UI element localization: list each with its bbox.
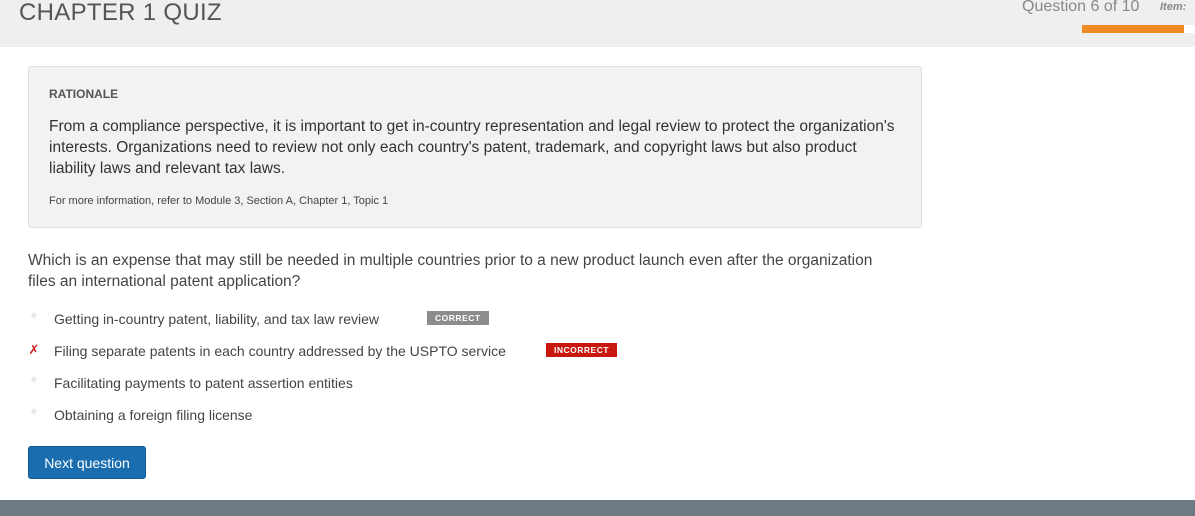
option-diamond-icon: ✧ [29, 407, 39, 418]
option-diamond-icon: ✧ [29, 311, 39, 322]
correct-badge: CORRECT [427, 311, 489, 325]
items-label: Item: [1160, 1, 1187, 13]
answer-option[interactable]: ✧ Facilitating payments to patent assert… [28, 374, 728, 394]
answer-option[interactable]: ✧ Getting in-country patent, liability, … [28, 310, 728, 330]
rationale-reference: For more information, refer to Module 3,… [49, 195, 389, 207]
option-label: Filing separate patents in each country … [54, 343, 506, 359]
quiz-header: CHAPTER 1 QUIZ Question 6 of 10 Item: [0, 0, 1195, 47]
option-diamond-icon: ✧ [29, 375, 39, 386]
option-label: Obtaining a foreign filing license [54, 407, 253, 423]
rationale-heading: RATIONALE [49, 87, 119, 101]
rationale-panel: RATIONALE From a compliance perspective,… [28, 66, 922, 228]
option-label: Getting in-country patent, liability, an… [54, 311, 380, 327]
question-counter: Question 6 of 10 [1022, 0, 1140, 15]
answer-option[interactable]: ✗ Filing separate patents in each countr… [28, 342, 728, 362]
next-question-button[interactable]: Next question [28, 446, 146, 479]
rationale-body: From a compliance perspective, it is imp… [49, 118, 895, 177]
incorrect-badge: INCORRECT [546, 343, 618, 357]
progress-fill [1082, 25, 1184, 33]
progress-bar [1082, 25, 1195, 33]
incorrect-x-icon: ✗ [28, 342, 40, 357]
quiz-title: CHAPTER 1 QUIZ [19, 0, 222, 26]
footer-bar [0, 500, 1195, 516]
answer-option[interactable]: ✧ Obtaining a foreign filing license [28, 406, 728, 426]
question-text: Which is an expense that may still be ne… [28, 252, 873, 290]
option-label: Facilitating payments to patent assertio… [54, 375, 353, 391]
